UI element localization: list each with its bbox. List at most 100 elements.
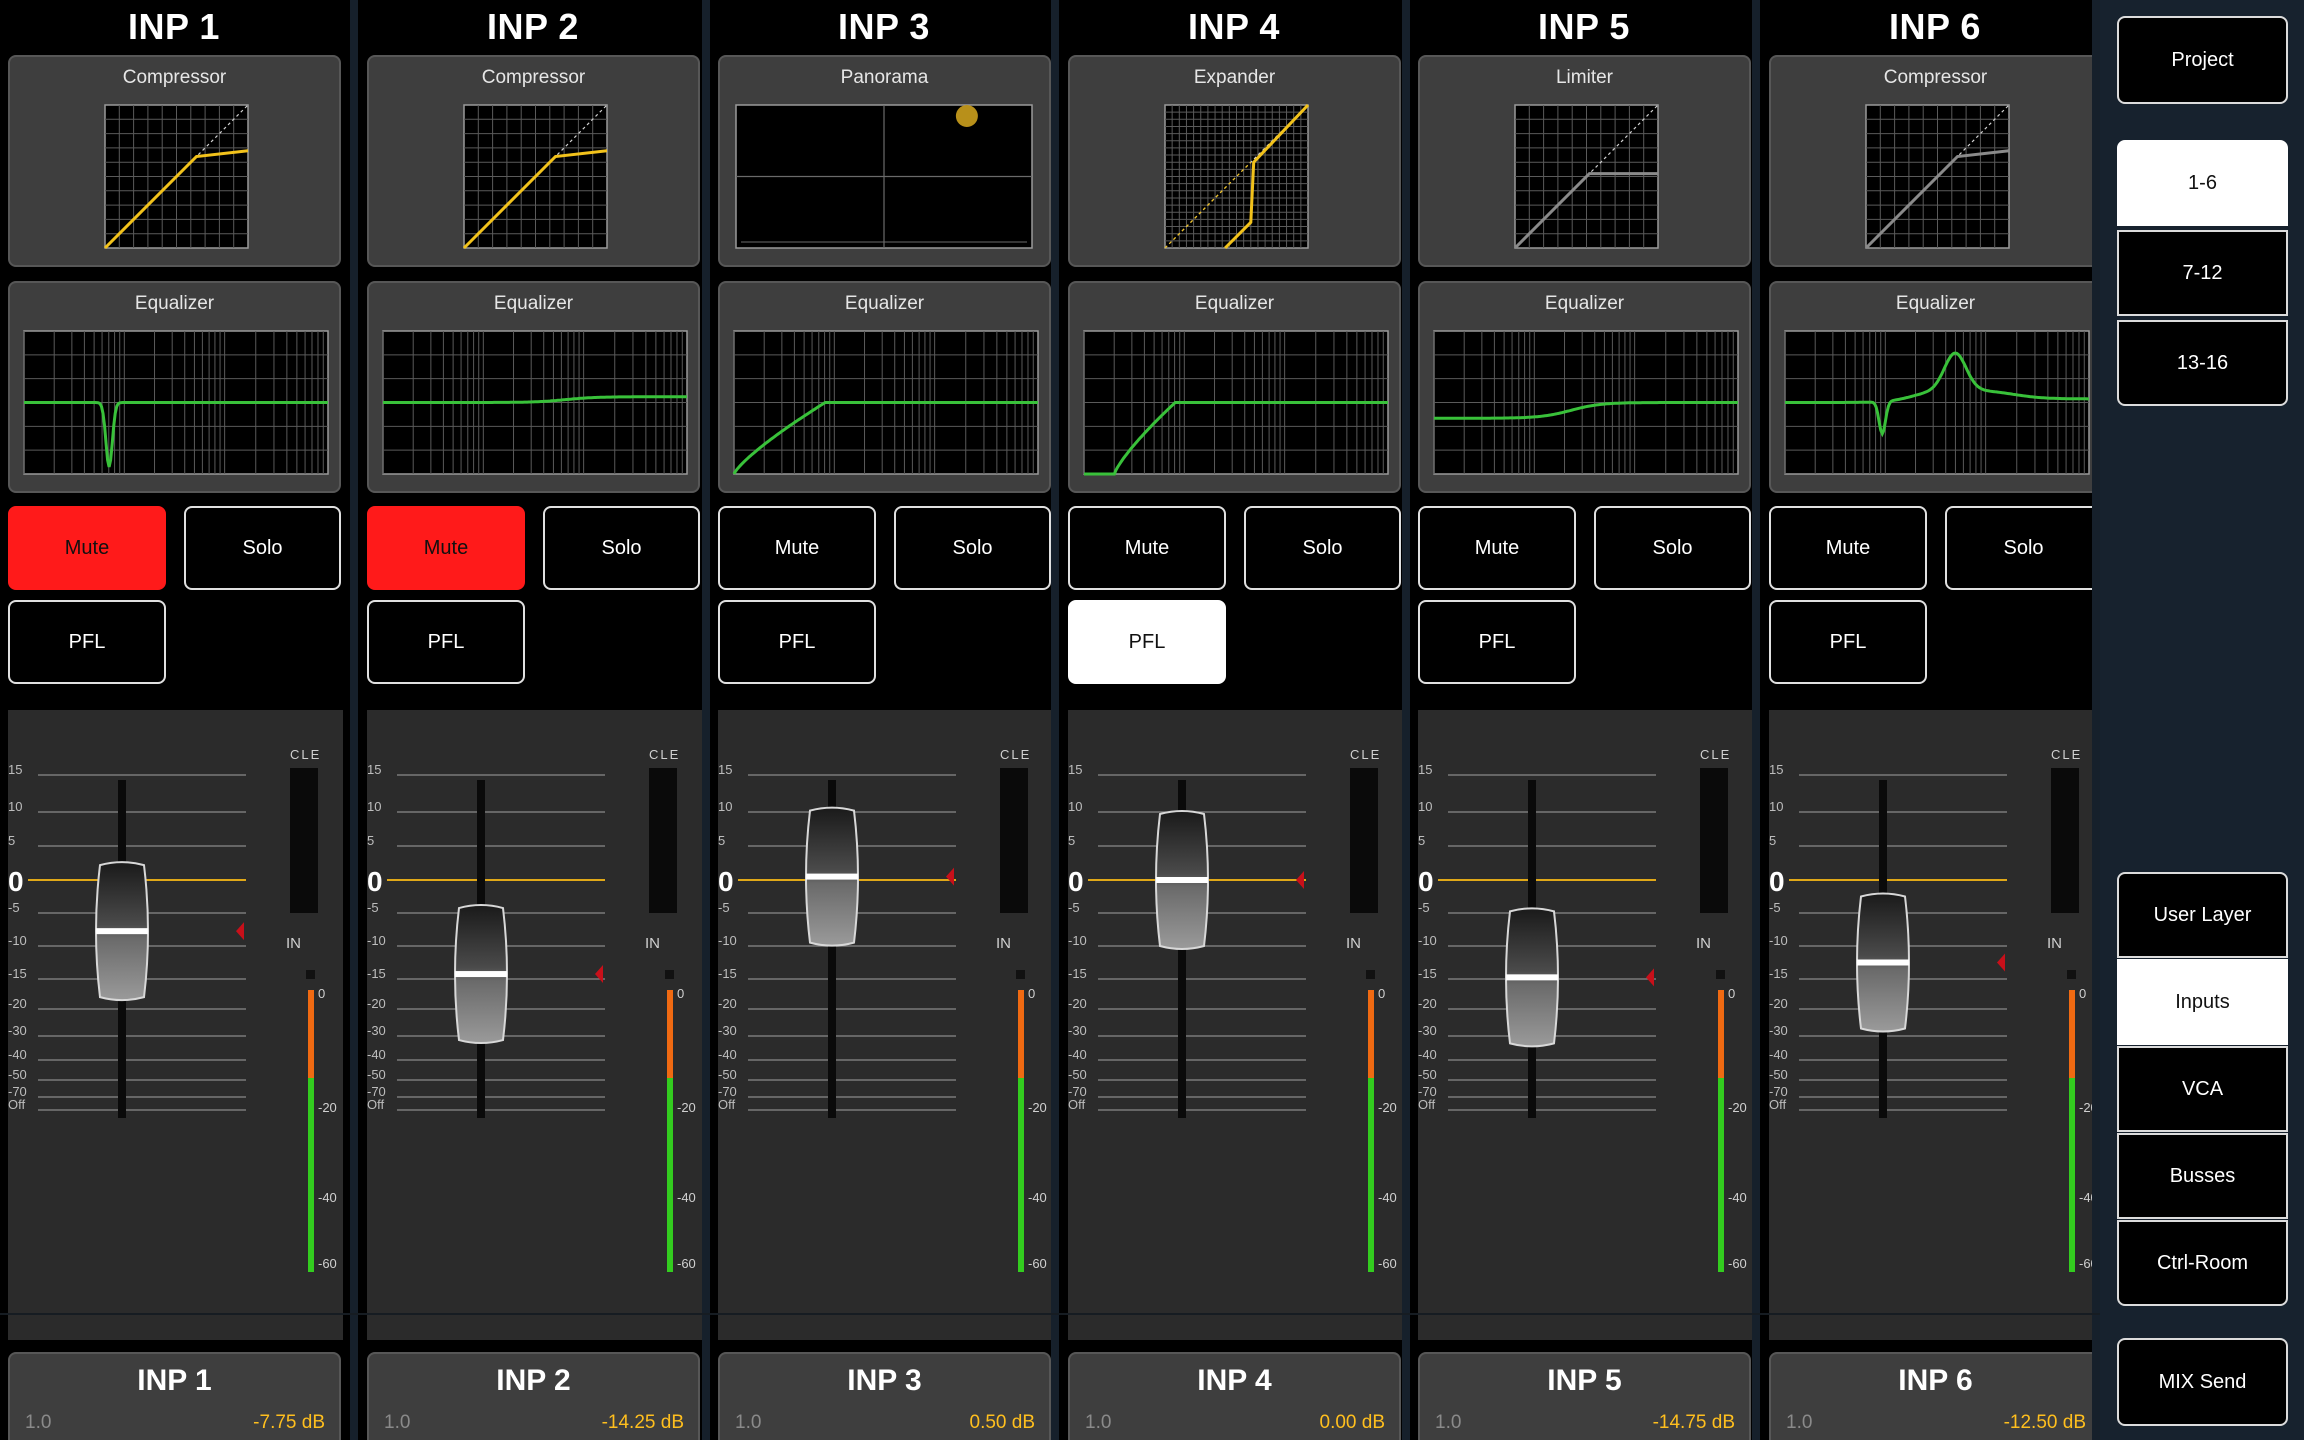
eq-graph [1784, 330, 2090, 475]
channel-name-box[interactable]: INP 2 1.0 -14.25 dB [367, 1352, 700, 1440]
dynamics-panel[interactable]: Limiter [1418, 55, 1751, 267]
pfl-button[interactable]: PFL [8, 600, 166, 684]
solo-button[interactable]: Solo [1945, 506, 2102, 590]
fader-scale-label: Off [367, 1097, 384, 1112]
fader-position-marker [946, 867, 954, 886]
dynamics-graph [103, 104, 249, 250]
fader-scale-label: -20 [1068, 996, 1087, 1011]
view-inputs[interactable]: Inputs [2117, 959, 2288, 1045]
view-user-layer[interactable]: User Layer [2117, 872, 2288, 958]
dynamics-panel[interactable]: Compressor [367, 55, 700, 267]
mute-button[interactable]: Mute [1068, 506, 1226, 590]
channel-name: INP 1 [137, 1364, 212, 1397]
meter-tick-label: 0 [677, 986, 684, 1001]
dynamics-panel[interactable]: Compressor [1769, 55, 2102, 267]
fader-scale-label: 10 [718, 799, 732, 814]
mix-send-button[interactable]: MIX Send [2117, 1338, 2288, 1426]
channel-name-box[interactable]: INP 6 1.0 -12.50 dB [1769, 1352, 2102, 1440]
fader-section: 15 10 5 0 -5 -10 -15 -20 -30 -40 -50 -70 Off CLE IN 0 -2… [718, 710, 1053, 1340]
channel-name-box[interactable]: INP 5 1.0 -14.75 dB [1418, 1352, 1751, 1440]
meter-tick-label: -40 [1028, 1190, 1047, 1205]
channel-title: INP 1 [128, 6, 220, 47]
channel-strip: INP 6 Compressor Equalizer Mute Solo PFL 15 10 5… [1761, 0, 2109, 1440]
fader-scale-label: -5 [718, 900, 730, 915]
meter-bar [1368, 1078, 1374, 1272]
view-vca[interactable]: VCA [2117, 1046, 2288, 1132]
meter-bar-hot [1368, 990, 1374, 1078]
pfl-button[interactable]: PFL [1418, 600, 1576, 684]
meter-cle-label: CLE [1000, 747, 1031, 762]
fader-scale-label: -5 [8, 900, 20, 915]
meter-cle-label: CLE [2051, 747, 2082, 762]
mute-button[interactable]: Mute [718, 506, 876, 590]
pfl-button[interactable]: PFL [1068, 600, 1226, 684]
solo-button[interactable]: Solo [1594, 506, 1751, 590]
panorama-panel[interactable]: Panorama [718, 55, 1051, 267]
fader-knob[interactable] [805, 806, 859, 947]
fader-scale-label: -30 [1769, 1023, 1788, 1038]
fader-scale-label: -40 [367, 1047, 386, 1062]
mute-button[interactable]: Mute [1418, 506, 1576, 590]
pfl-button[interactable]: PFL [718, 600, 876, 684]
equalizer-panel[interactable]: Equalizer [8, 281, 341, 493]
fader-position-marker [1997, 953, 2005, 972]
channel-title: INP 5 [1538, 6, 1630, 47]
fader-position-marker [595, 965, 603, 984]
fader-scale-label: 10 [1068, 799, 1082, 814]
meter-tick-label: -20 [318, 1100, 337, 1115]
fader-scale-label: -50 [8, 1067, 27, 1082]
equalizer-panel[interactable]: Equalizer [367, 281, 700, 493]
equalizer-panel[interactable]: Equalizer [718, 281, 1051, 493]
eq-graph [382, 330, 688, 475]
channel-gain: -7.75 dB [253, 1412, 325, 1433]
project-button[interactable]: Project [2117, 16, 2288, 104]
fader-knob[interactable] [1155, 810, 1209, 950]
layer-button-13-16[interactable]: 13-16 [2117, 320, 2288, 406]
fader-knob[interactable] [1505, 907, 1559, 1048]
fader-knob[interactable] [95, 861, 149, 1002]
fader-knob[interactable] [1856, 892, 1910, 1033]
fader-scale-label: -30 [1418, 1023, 1437, 1038]
mute-button[interactable]: Mute [1769, 506, 1927, 590]
meter-tick-label: -20 [1028, 1100, 1047, 1115]
view-ctrl-room[interactable]: Ctrl-Room [2117, 1220, 2288, 1306]
meter-bar [1718, 1078, 1724, 1272]
fader-scale-label: -10 [1068, 933, 1087, 948]
channel-name-box[interactable]: INP 3 1.0 0.50 dB [718, 1352, 1051, 1440]
level-meter: CLE IN 0 -20 -40 -60 [645, 747, 696, 1272]
fader-scale-label: -5 [1418, 900, 1430, 915]
channel-strip: INP 1 Compressor Equalizer Mute Solo PFL 15 10 5… [0, 0, 348, 1440]
fader-scale-label: 0 [718, 866, 734, 897]
channel-gain: 0.50 dB [969, 1412, 1036, 1433]
meter-bar-hot [1718, 990, 1724, 1078]
layer-button-7-12[interactable]: 7-12 [2117, 230, 2288, 316]
meter-in-label: IN [645, 935, 660, 952]
divider [0, 1313, 2100, 1315]
fader-scale-label: -10 [8, 933, 27, 948]
dynamics-panel[interactable]: Compressor [8, 55, 341, 267]
solo-button[interactable]: Solo [543, 506, 700, 590]
fader-scale-label: 0 [1769, 866, 1785, 897]
mute-button[interactable]: Mute [8, 506, 166, 590]
pfl-button[interactable]: PFL [367, 600, 525, 684]
channel-name-box[interactable]: INP 1 1.0 -7.75 dB [8, 1352, 341, 1440]
meter-tick-label: 0 [318, 986, 325, 1001]
strip-separator [1752, 0, 1760, 1440]
view-busses[interactable]: Busses [2117, 1133, 2288, 1219]
dynamics-graph [462, 104, 608, 250]
dynamics-panel[interactable]: Expander [1068, 55, 1401, 267]
equalizer-panel[interactable]: Equalizer [1769, 281, 2102, 493]
equalizer-panel[interactable]: Equalizer [1068, 281, 1401, 493]
solo-button[interactable]: Solo [1244, 506, 1401, 590]
fader-knob[interactable] [454, 904, 508, 1045]
mute-button[interactable]: Mute [367, 506, 525, 590]
meter-in-label: IN [1346, 935, 1361, 952]
channel-name-box[interactable]: INP 4 1.0 0.00 dB [1068, 1352, 1401, 1440]
fader-scale-label: 5 [1418, 833, 1425, 848]
fader-scale-label: 15 [1769, 762, 1783, 777]
equalizer-panel[interactable]: Equalizer [1418, 281, 1751, 493]
solo-button[interactable]: Solo [894, 506, 1051, 590]
layer-button-1-6[interactable]: 1-6 [2117, 140, 2288, 226]
solo-button[interactable]: Solo [184, 506, 341, 590]
pfl-button[interactable]: PFL [1769, 600, 1927, 684]
